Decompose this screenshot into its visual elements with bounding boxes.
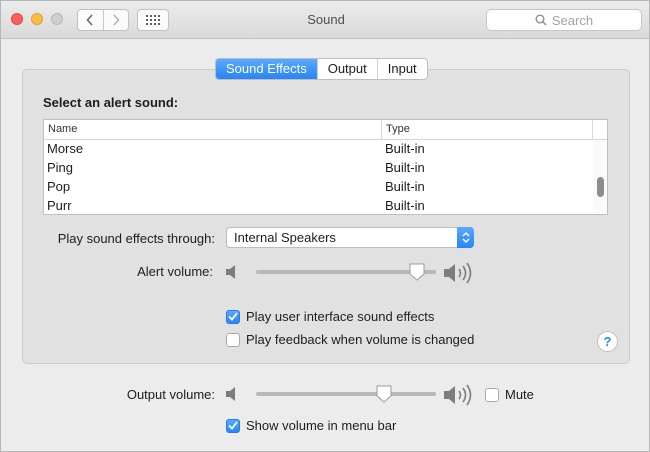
- sound-name: Purr: [47, 198, 72, 213]
- volume-feedback-checkbox[interactable]: [226, 332, 240, 347]
- sound-name: Ping: [47, 160, 74, 175]
- speaker-high-icon: [444, 262, 472, 284]
- select-arrows-icon: [457, 227, 474, 248]
- table-row[interactable]: Ping Built-in: [44, 159, 594, 178]
- volume-feedback-label: Play feedback when volume is changed: [246, 332, 475, 347]
- column-divider: [592, 120, 593, 139]
- table-row[interactable]: Pop Built-in: [44, 178, 594, 197]
- mute-checkbox-row[interactable]: Mute: [485, 387, 534, 402]
- tab-output[interactable]: Output: [316, 59, 377, 79]
- table-header: Name Type: [44, 120, 607, 140]
- tab-sound-effects[interactable]: Sound Effects: [216, 59, 317, 79]
- alert-sound-table: Name Type Morse Built-in Ping Built-in P…: [43, 119, 608, 215]
- table-scrollbar-thumb[interactable]: [597, 177, 604, 197]
- sound-preferences-window: Sound Search Sound Effects Output Input …: [0, 0, 650, 452]
- sound-type: Built-in: [385, 198, 425, 213]
- table-row[interactable]: Purr Built-in: [44, 197, 594, 214]
- alert-sound-heading: Select an alert sound:: [43, 95, 179, 110]
- show-volume-menu-bar-checkbox[interactable]: [226, 418, 240, 433]
- play-through-select[interactable]: Internal Speakers: [226, 227, 474, 248]
- sound-type: Built-in: [385, 179, 425, 194]
- title-bar: Sound Search: [1, 1, 649, 39]
- help-button[interactable]: ?: [597, 331, 618, 352]
- mute-checkbox[interactable]: [485, 387, 499, 402]
- output-volume-label: Output volume:: [126, 387, 215, 402]
- mute-label: Mute: [505, 387, 534, 402]
- search-field[interactable]: Search: [486, 9, 642, 31]
- ui-sound-effects-label: Play user interface sound effects: [246, 309, 435, 324]
- output-volume-track[interactable]: [256, 392, 436, 396]
- speaker-low-icon: [226, 265, 235, 279]
- column-header-type[interactable]: Type: [386, 123, 410, 135]
- sound-type: Built-in: [385, 160, 425, 175]
- sound-type: Built-in: [385, 141, 425, 156]
- speaker-low-icon: [226, 387, 235, 401]
- table-row[interactable]: Morse Built-in: [44, 140, 594, 159]
- tab-bar: Sound Effects Output Input: [215, 58, 428, 80]
- search-placeholder: Search: [551, 12, 594, 28]
- ui-sound-effects-checkbox-row[interactable]: Play user interface sound effects: [226, 309, 434, 324]
- play-through-value: Internal Speakers: [234, 230, 336, 245]
- speaker-high-icon: [444, 384, 472, 406]
- tab-input[interactable]: Input: [376, 59, 427, 79]
- show-volume-menu-bar-checkbox-row[interactable]: Show volume in menu bar: [226, 418, 396, 433]
- sound-name: Pop: [47, 179, 71, 194]
- checkmark-icon: [228, 312, 238, 321]
- ui-sound-effects-checkbox[interactable]: [226, 309, 240, 324]
- sound-name: Morse: [47, 141, 84, 156]
- play-through-label: Play sound effects through:: [57, 231, 215, 246]
- show-volume-menu-bar-label: Show volume in menu bar: [246, 418, 397, 433]
- search-icon: [535, 14, 547, 26]
- column-header-name[interactable]: Name: [48, 123, 77, 135]
- alert-volume-label: Alert volume:: [137, 264, 213, 279]
- column-divider: [381, 120, 382, 139]
- alert-volume-knob[interactable]: [409, 263, 425, 281]
- output-volume-knob[interactable]: [376, 385, 392, 403]
- volume-feedback-checkbox-row[interactable]: Play feedback when volume is changed: [226, 332, 474, 347]
- checkmark-icon: [228, 421, 238, 430]
